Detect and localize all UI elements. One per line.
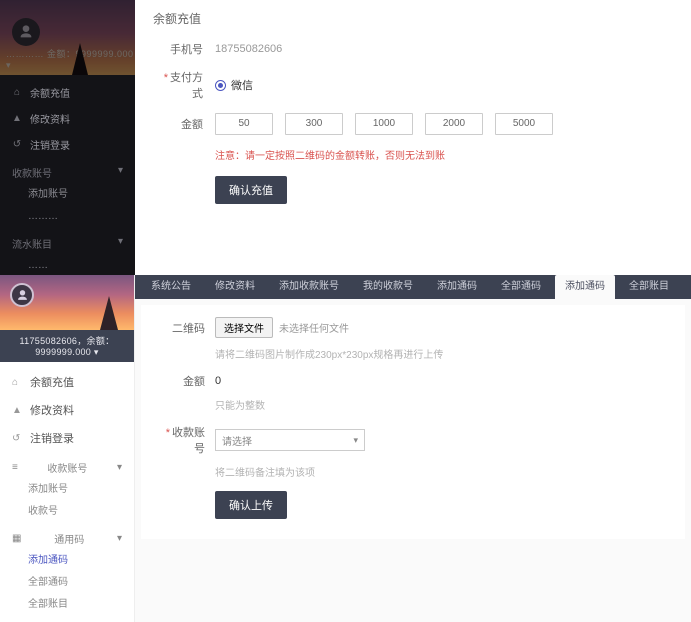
user-icon: [16, 289, 29, 302]
avatar: [12, 18, 40, 46]
amount-label: 金额: [155, 373, 205, 389]
amount-option[interactable]: 2000: [425, 113, 483, 135]
sidebar-bottom: 11755082606，余额：9999999.000 ▾ ⌂余额充值 ▲修改资料…: [0, 275, 135, 622]
warning-note: 注意：请一定按照二维码的金额转账，否则无法到账: [215, 147, 673, 162]
nav-all-code[interactable]: 全部通码: [0, 572, 134, 594]
amount-option[interactable]: 50: [215, 113, 273, 135]
banner-top: ………… 金额：9999999.000 ▾: [0, 0, 135, 75]
paytype-label: 支付方式: [153, 69, 203, 101]
account-select-value: 请选择: [222, 433, 252, 448]
account-hint: 将二维码备注填为该项: [215, 464, 671, 479]
exit-icon: ↺: [12, 139, 22, 150]
amount-value: 0: [215, 375, 221, 387]
chevron-down-icon: ▾: [353, 435, 358, 446]
user-icon: ▲: [12, 113, 22, 124]
home-icon: ⌂: [12, 87, 22, 98]
nav-group-code[interactable]: ▦通用码▾: [0, 523, 134, 550]
nav-add-account[interactable]: 添加账号: [0, 479, 134, 501]
nav-add-account[interactable]: 添加账号: [0, 184, 135, 206]
upload-form: 二维码 选择文件 未选择任何文件 请将二维码图片制作成230px*230px规格…: [141, 305, 685, 539]
nav-account-list[interactable]: 收款号: [0, 501, 134, 523]
chevron-down-icon: ▾: [117, 462, 122, 473]
recharge-form: 余额充值 手机号 18755082606 支付方式 微信 金额 50 300 1…: [135, 0, 691, 275]
tab-announce[interactable]: 系统公告: [141, 275, 201, 299]
chevron-down-icon: ▾: [117, 533, 122, 544]
tab-my-accounts[interactable]: 我的收款号: [353, 275, 423, 299]
confirm-upload-button[interactable]: 确认上传: [215, 491, 287, 519]
qr-label: 二维码: [155, 320, 205, 336]
panel-top: ………… 金额：9999999.000 ▾ ⌂余额充值 ▲修改资料 ↺注销登录 …: [0, 0, 691, 275]
chevron-down-icon: ▾: [118, 236, 123, 251]
nav-recharge[interactable]: ⌂余额充值: [0, 79, 135, 105]
radio-dot-icon: [215, 80, 226, 91]
banner-bottom: [0, 275, 134, 330]
nav-add-code[interactable]: 添加通码: [0, 550, 134, 572]
paytype-value: 微信: [231, 77, 253, 93]
account-label: 收款账号: [155, 424, 205, 456]
sidebar-top: ………… 金额：9999999.000 ▾ ⌂余额充值 ▲修改资料 ↺注销登录 …: [0, 0, 135, 275]
nav-all-flow[interactable]: 全部账目: [0, 594, 134, 616]
confirm-recharge-button[interactable]: 确认充值: [215, 176, 287, 204]
user-balance-line: 11755082606，余额：9999999.000 ▾: [0, 330, 134, 362]
tab-all-flow[interactable]: 全部账目: [619, 275, 679, 299]
amount-option[interactable]: 300: [285, 113, 343, 135]
nav-sub2[interactable]: ………: [0, 206, 135, 228]
amount-label: 金额: [153, 116, 203, 132]
nav-logout[interactable]: ↺注销登录: [0, 424, 134, 452]
nav-recharge[interactable]: ⌂余额充值: [0, 368, 134, 396]
tab-add-account[interactable]: 添加收款账号: [269, 275, 349, 299]
user-balance-line: ………… 金额：9999999.000 ▾: [6, 47, 135, 71]
paytype-wechat-radio[interactable]: 微信: [215, 77, 253, 93]
qr-hint: 请将二维码图片制作成230px*230px规格再进行上传: [215, 346, 671, 361]
no-file-text: 未选择任何文件: [279, 320, 349, 335]
nav-sub3[interactable]: ……: [0, 255, 135, 277]
avatar: [10, 283, 34, 307]
user-icon: ▲: [12, 405, 22, 416]
nav-profile[interactable]: ▲修改资料: [0, 396, 134, 424]
user-icon: [18, 24, 34, 40]
tab-profile[interactable]: 修改资料: [205, 275, 265, 299]
nav-profile[interactable]: ▲修改资料: [0, 105, 135, 131]
nav-group-accounts[interactable]: ≡收款账号▾: [0, 452, 134, 479]
amount-hint: 只能为整数: [215, 397, 671, 412]
nav-logout[interactable]: ↺注销登录: [0, 131, 135, 157]
tab-add-code[interactable]: 添加通码: [427, 275, 487, 299]
amount-option[interactable]: 5000: [495, 113, 553, 135]
phone-value: 18755082606: [215, 43, 282, 55]
panel-bottom: 11755082606，余额：9999999.000 ▾ ⌂余额充值 ▲修改资料…: [0, 275, 691, 622]
content-bottom: 系统公告 修改资料 添加收款账号 我的收款号 添加通码 全部通码 添加通码 全部…: [135, 275, 691, 622]
account-select[interactable]: 请选择 ▾: [215, 429, 365, 451]
tab-all-code[interactable]: 全部通码: [491, 275, 551, 299]
choose-file-button[interactable]: 选择文件: [215, 317, 273, 338]
phone-label: 手机号: [153, 41, 203, 57]
nav-group-accounts[interactable]: 收款账号▾: [0, 157, 135, 184]
tab-nav: 系统公告 修改资料 添加收款账号 我的收款号 添加通码 全部通码 添加通码 全部…: [135, 275, 691, 299]
exit-icon: ↺: [12, 433, 22, 444]
amount-option[interactable]: 1000: [355, 113, 413, 135]
tag-icon: ▦: [12, 533, 21, 544]
list-icon: ≡: [12, 462, 18, 473]
nav-group-flow[interactable]: 流水账目▾: [0, 228, 135, 255]
chevron-down-icon: ▾: [118, 165, 123, 180]
page-title: 余额充值: [153, 10, 673, 27]
home-icon: ⌂: [12, 377, 22, 388]
tab-add-code2[interactable]: 添加通码: [555, 275, 615, 299]
